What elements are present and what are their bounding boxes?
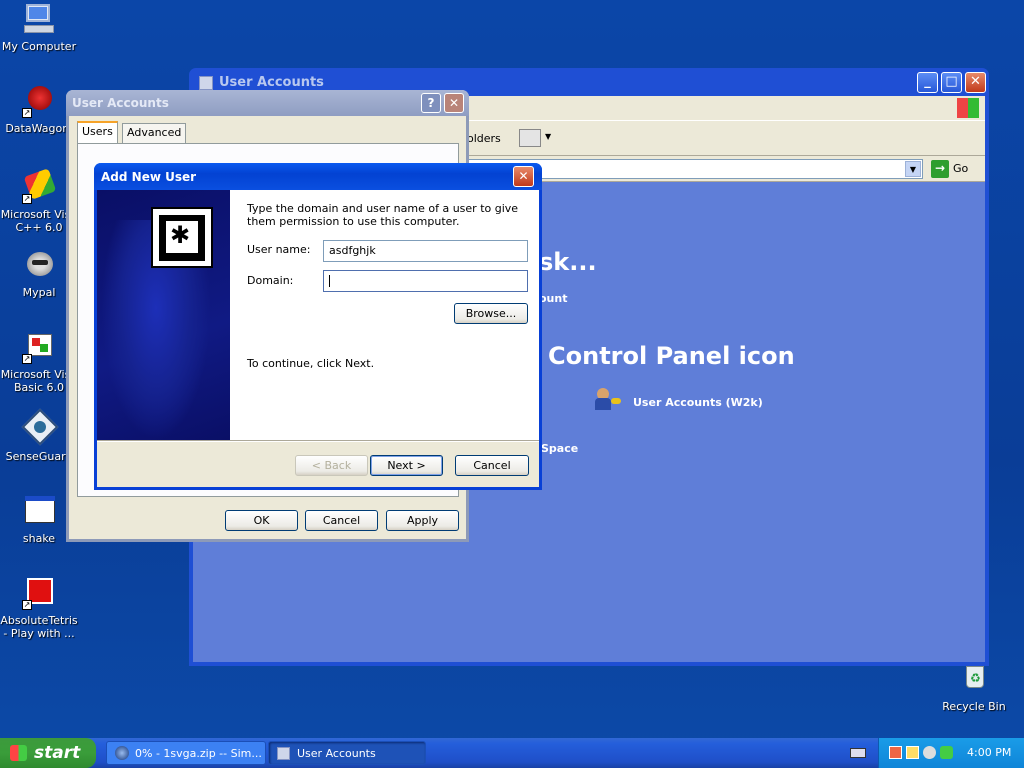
ok-button[interactable]: OK: [225, 510, 298, 531]
anu-titlebar[interactable]: Add New User ✕: [94, 163, 542, 190]
ua-close-button[interactable]: ✕: [444, 93, 464, 113]
close-button[interactable]: ✕: [965, 72, 986, 93]
wizard-key-icon: ✱: [151, 207, 213, 268]
tray-icon-4[interactable]: [940, 746, 953, 759]
wizard-separator: [97, 440, 539, 442]
anu-title: Add New User: [101, 170, 197, 184]
account-link[interactable]: ount: [539, 292, 567, 305]
absolutetetris-icon: ↗: [22, 576, 56, 610]
user-accounts-w2k-link[interactable]: User Accounts (W2k): [633, 396, 763, 409]
my-computer-icon: [22, 2, 56, 36]
datawagon-icon: ↗: [22, 84, 56, 118]
control-panel-title: User Accounts: [219, 75, 324, 90]
tab-users[interactable]: Users: [77, 121, 118, 143]
recycle-bin-icon: ♻: [957, 662, 991, 696]
taskbar-item-download[interactable]: 0% - 1svga.zip -- Sim...: [106, 741, 266, 765]
wizard-body: Type the domain and user name of a user …: [230, 190, 539, 440]
desktop-icon-recycle-bin[interactable]: ♻ Recycle Bin: [935, 662, 1013, 713]
go-arrow-icon: →: [931, 160, 949, 178]
ua-title: User Accounts: [72, 96, 169, 110]
apply-button[interactable]: Apply: [386, 510, 459, 531]
mypal-icon: [22, 248, 56, 282]
minimize-button[interactable]: _: [917, 72, 938, 93]
views-button[interactable]: ▼: [519, 127, 553, 151]
wizard-intro: Type the domain and user name of a user …: [247, 202, 519, 228]
ua-titlebar[interactable]: User Accounts ? ✕: [66, 90, 469, 116]
anu-close-button[interactable]: ✕: [513, 166, 534, 187]
back-button[interactable]: < Back: [295, 455, 368, 476]
senseguard-icon: [21, 408, 59, 446]
views-icon: [519, 129, 541, 147]
desktop-icon-my-computer[interactable]: My Computer: [0, 2, 78, 53]
username-field[interactable]: asdfghjk: [323, 240, 528, 262]
ua-cancel-button[interactable]: Cancel: [305, 510, 378, 531]
maximize-button[interactable]: □: [941, 72, 962, 93]
go-label: Go: [953, 162, 969, 175]
address-dropdown-icon[interactable]: ▼: [905, 161, 921, 177]
control-panel-icon-heading: Control Panel icon: [548, 342, 795, 370]
taskbar: start 0% - 1svga.zip -- Sim... User Acco…: [0, 738, 1024, 768]
domain-field[interactable]: [323, 270, 528, 292]
next-button[interactable]: Next >: [370, 455, 443, 476]
wizard-banner: ✱: [97, 190, 230, 440]
shake-window-icon: [22, 494, 56, 528]
start-label: start: [34, 743, 81, 763]
help-button[interactable]: ?: [421, 93, 441, 113]
visual-cpp-icon: ↗: [22, 168, 57, 204]
go-button[interactable]: → Go: [931, 159, 971, 179]
clock[interactable]: 4:00 PM: [967, 746, 1011, 759]
text-cursor: [329, 275, 330, 287]
windows-flag-icon: [10, 745, 27, 761]
folders-button[interactable]: olders: [467, 132, 501, 145]
domain-label: Domain:: [247, 274, 294, 287]
download-globe-icon: [115, 746, 129, 760]
continue-text: To continue, click Next.: [247, 357, 375, 370]
browse-button[interactable]: Browse...: [454, 303, 528, 324]
tray-icon-1[interactable]: [889, 746, 902, 759]
tray-icon-2[interactable]: [906, 746, 919, 759]
desktop-icon-absolutetetris[interactable]: ↗ AbsoluteTetris - Play with ...: [0, 576, 78, 640]
dropdown-arrow-icon: ▼: [545, 132, 552, 141]
tab-advanced[interactable]: Advanced: [122, 123, 187, 143]
control-panel-title-icon: [199, 76, 213, 90]
username-label: User name:: [247, 243, 311, 256]
pick-task-heading: sk...: [539, 248, 597, 276]
add-new-user-dialog[interactable]: Add New User ✕ ✱ Type the domain and use…: [94, 163, 542, 490]
system-tray: 4:00 PM: [878, 738, 1024, 768]
keyboard-icon[interactable]: [850, 748, 866, 758]
anu-cancel-button[interactable]: Cancel: [455, 455, 529, 476]
user-accounts-small-icon: [277, 747, 290, 760]
taskbar-item-user-accounts[interactable]: User Accounts: [268, 741, 426, 765]
windows-logo-icon: [957, 98, 979, 118]
user-accounts-w2k-icon: [595, 388, 621, 412]
space-link[interactable]: Space: [541, 442, 578, 455]
tray-icon-3[interactable]: [923, 746, 936, 759]
visual-basic-icon: ↗: [22, 330, 56, 364]
start-button[interactable]: start: [0, 738, 96, 768]
